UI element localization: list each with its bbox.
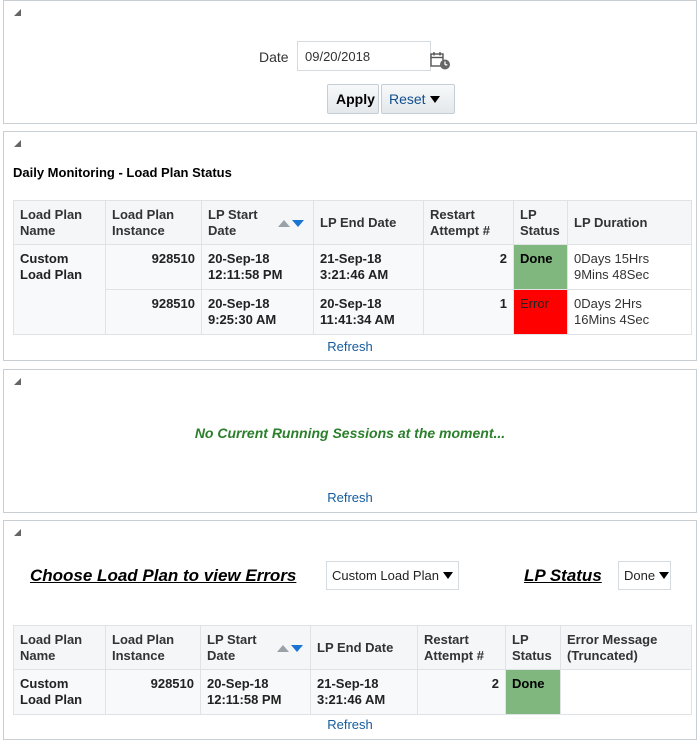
column-header-label: LP Start Date	[208, 206, 258, 238]
lp-status-select[interactable]: Done	[618, 561, 671, 590]
sort-descending-icon[interactable]	[291, 644, 303, 652]
column-header-sortable[interactable]: LP Start Date	[200, 625, 311, 670]
sort-icon[interactable]	[277, 640, 303, 656]
date-filter-panel: Date Apply Reset	[3, 0, 697, 124]
restart-cell: 2	[417, 669, 506, 715]
plan-name-cell: Custom Load Plan	[13, 669, 106, 715]
collapse-toggle-icon[interactable]	[14, 140, 21, 147]
table-row: Custom Load Plan 928510 20-Sep-18 12:11:…	[13, 669, 692, 715]
instance-cell: 928510	[105, 244, 202, 290]
no-sessions-message: No Current Running Sessions at the momen…	[194, 425, 506, 441]
column-header: LP End Date	[310, 625, 418, 670]
end-date-cell: 21-Sep-18 3:21:46 AM	[313, 244, 424, 290]
collapse-toggle-icon[interactable]	[14, 378, 21, 385]
reset-button-label: Reset	[389, 91, 426, 107]
error-message-cell	[560, 669, 692, 715]
section-title: Daily Monitoring - Load Plan Status	[13, 165, 232, 180]
column-header: Restart Attempt #	[417, 625, 506, 670]
end-date-cell: 21-Sep-18 3:21:46 AM	[310, 669, 418, 715]
sort-descending-icon[interactable]	[292, 219, 304, 227]
sort-ascending-icon[interactable]	[277, 644, 289, 652]
date-label: Date	[259, 49, 289, 65]
column-header: LP End Date	[313, 200, 424, 245]
load-plan-status-table: Load Plan Name Load Plan Instance LP Sta…	[13, 200, 692, 335]
end-date-cell: 20-Sep-18 11:41:34 AM	[313, 289, 424, 335]
reset-button[interactable]: Reset	[381, 84, 455, 114]
date-input[interactable]	[297, 41, 431, 71]
refresh-link[interactable]: Refresh	[4, 490, 696, 505]
collapse-toggle-icon[interactable]	[14, 9, 21, 16]
instance-cell: 928510	[105, 669, 201, 715]
duration-cell: 0Days 15Hrs 9Mins 48Sec	[567, 244, 692, 290]
column-header-sortable[interactable]: LP Start Date	[201, 200, 314, 245]
sort-ascending-icon[interactable]	[278, 219, 290, 227]
lp-status-label: LP Status	[524, 566, 602, 585]
load-plan-select[interactable]: Custom Load Plan	[326, 561, 459, 590]
status-cell: Error	[513, 289, 568, 335]
calendar-icon[interactable]	[430, 51, 452, 71]
instance-cell: 928510	[105, 289, 202, 335]
column-header: Error Message (Truncated)	[560, 625, 692, 670]
status-cell: Done	[513, 244, 568, 290]
refresh-link[interactable]: Refresh	[4, 339, 696, 354]
table-row: 928510 20-Sep-18 9:25:30 AM 20-Sep-18 11…	[14, 289, 692, 335]
choose-load-plan-label: Choose Load Plan to view Errors	[30, 566, 297, 585]
column-header: LP Status	[505, 625, 561, 670]
column-header: LP Duration	[567, 200, 692, 245]
chevron-down-icon	[659, 572, 670, 579]
load-plan-status-panel: Daily Monitoring - Load Plan Status Load…	[3, 131, 697, 361]
running-sessions-panel: No Current Running Sessions at the momen…	[3, 369, 697, 513]
start-date-cell: 20-Sep-18 12:11:58 PM	[201, 244, 314, 290]
column-header: Restart Attempt #	[423, 200, 514, 245]
table-row: Custom Load Plan 928510 20-Sep-18 12:11:…	[13, 244, 692, 335]
lp-status-select-value: Done	[624, 568, 656, 583]
load-plan-select-value: Custom Load Plan	[332, 568, 439, 583]
refresh-link[interactable]: Refresh	[4, 717, 696, 732]
restart-cell: 1	[423, 289, 514, 335]
chevron-down-icon	[442, 572, 453, 579]
load-plan-errors-table: Load Plan Name Load Plan Instance LP Sta…	[13, 625, 692, 715]
plan-name-cell: Custom Load Plan	[13, 244, 106, 335]
apply-button[interactable]: Apply	[327, 84, 379, 114]
status-cell: Done	[505, 669, 561, 715]
column-header: Load Plan Name	[13, 625, 106, 670]
column-header: Load Plan Instance	[105, 200, 202, 245]
column-header: Load Plan Name	[13, 200, 106, 245]
column-header: LP Status	[513, 200, 568, 245]
column-header: Load Plan Instance	[105, 625, 201, 670]
sort-icon[interactable]	[278, 215, 304, 231]
column-header-label: LP Start Date	[207, 631, 257, 663]
start-date-cell: 20-Sep-18 9:25:30 AM	[201, 289, 314, 335]
chevron-down-icon	[429, 96, 440, 103]
duration-cell: 0Days 2Hrs 16Mins 4Sec	[567, 289, 692, 335]
collapse-toggle-icon[interactable]	[14, 529, 21, 536]
restart-cell: 2	[423, 244, 514, 290]
load-plan-errors-panel: Choose Load Plan to view Errors Custom L…	[3, 520, 697, 740]
start-date-cell: 20-Sep-18 12:11:58 PM	[200, 669, 311, 715]
